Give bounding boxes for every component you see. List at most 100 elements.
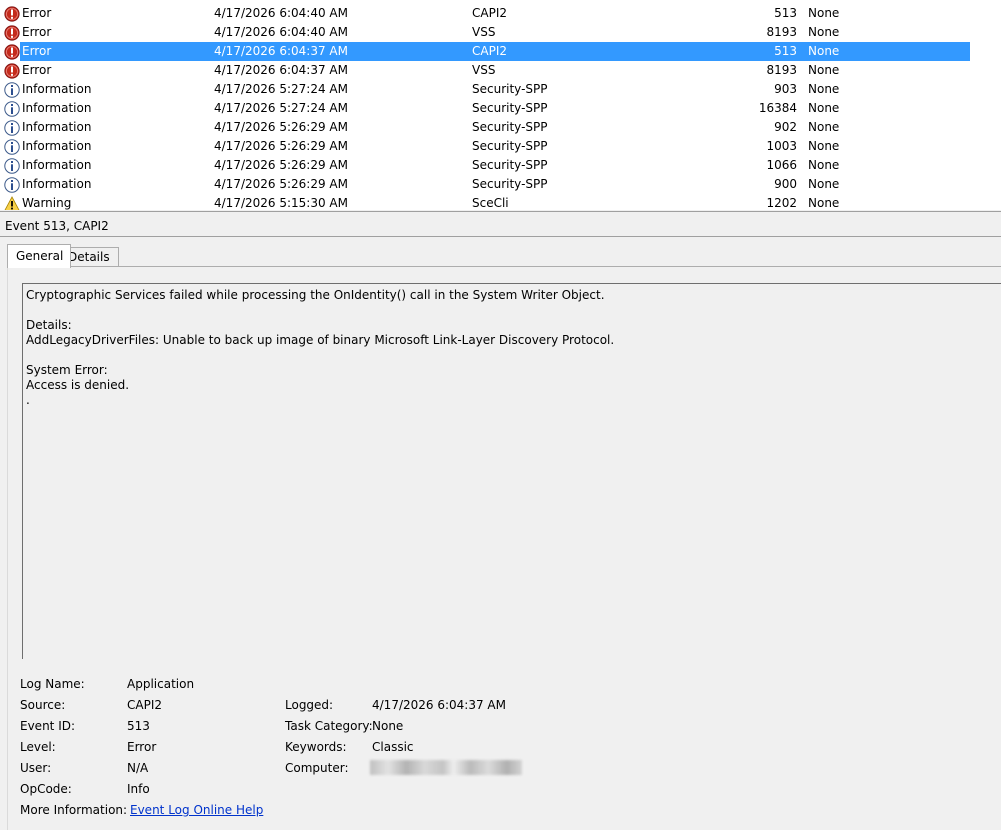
event-log-online-help-link[interactable]: Event Log Online Help xyxy=(130,803,263,818)
event-date-time: 4/17/2026 5:27:24 AM xyxy=(214,82,348,96)
event-level: Error xyxy=(22,44,52,58)
event-id: 1003 xyxy=(766,139,797,153)
event-id: 1066 xyxy=(766,158,797,172)
event-task-category: None xyxy=(808,25,840,39)
event-task-category: None xyxy=(808,120,840,134)
error-icon xyxy=(4,44,20,60)
event-date-time: 4/17/2026 5:26:29 AM xyxy=(214,120,348,134)
warning-icon xyxy=(4,196,20,210)
event-date-time: 4/17/2026 6:04:40 AM xyxy=(214,6,348,20)
tab-panel-border-left xyxy=(7,266,8,830)
event-level: Information xyxy=(22,177,92,191)
event-source: Security-SPP xyxy=(472,101,548,115)
event-description-text: Cryptographic Services failed while proc… xyxy=(26,288,615,407)
event-id-value: 513 xyxy=(127,719,150,733)
event-task-category: None xyxy=(808,177,840,191)
event-row[interactable]: Information 4/17/2026 5:27:24 AM Security-… xyxy=(0,80,1001,99)
event-date-time: 4/17/2026 5:26:29 AM xyxy=(214,158,348,172)
opcode-label: OpCode: xyxy=(20,782,72,796)
source-label: Source: xyxy=(20,698,66,712)
log-name-label: Log Name: xyxy=(20,677,85,691)
tab-panel-border xyxy=(7,266,1001,267)
event-id-label: Event ID: xyxy=(20,719,76,733)
event-source: VSS xyxy=(472,25,496,39)
divider xyxy=(0,236,1001,237)
info-icon xyxy=(4,139,20,155)
log-name-value: Application xyxy=(127,677,195,691)
event-detail-title: Event 513, CAPI2 xyxy=(5,219,109,233)
event-date-time: 4/17/2026 5:26:29 AM xyxy=(214,177,348,191)
event-description-box[interactable]: Cryptographic Services failed while proc… xyxy=(22,283,1001,659)
computer-label: Computer: xyxy=(285,761,349,775)
user-value: N/A xyxy=(127,761,149,775)
event-source: SceCli xyxy=(472,196,509,210)
logged-value: 4/17/2026 6:04:37 AM xyxy=(372,698,506,712)
event-row[interactable]: Information 4/17/2026 5:26:29 AM Security-… xyxy=(0,137,1001,156)
error-icon xyxy=(4,63,20,79)
event-source: Security-SPP xyxy=(472,120,548,134)
level-label: Level: xyxy=(20,740,56,754)
error-icon xyxy=(4,25,20,41)
event-level: Information xyxy=(22,158,92,172)
event-source: Security-SPP xyxy=(472,82,548,96)
event-id: 1202 xyxy=(766,196,797,210)
info-icon xyxy=(4,82,20,98)
more-info-label: More Information: xyxy=(20,803,128,817)
event-id: 902 xyxy=(774,120,797,134)
event-id: 903 xyxy=(774,82,797,96)
tab-details-label: Details xyxy=(68,250,110,264)
event-row[interactable]: Error 4/17/2026 6:04:40 AM CAPI2 513 None xyxy=(0,4,1001,23)
event-id: 513 xyxy=(774,44,797,58)
info-icon xyxy=(4,177,20,193)
info-icon xyxy=(4,158,20,174)
event-task-category: None xyxy=(808,6,840,20)
event-task-category: None xyxy=(808,101,840,115)
keywords-label: Keywords: xyxy=(285,740,347,754)
event-row[interactable]: Information 4/17/2026 5:26:29 AM Security-… xyxy=(0,156,1001,175)
event-source: Security-SPP xyxy=(472,158,548,172)
event-id: 900 xyxy=(774,177,797,191)
event-task-category: None xyxy=(808,63,840,77)
computer-value-redacted xyxy=(370,760,522,775)
level-value: Error xyxy=(127,740,157,754)
event-row[interactable]: Error 4/17/2026 6:04:40 AM VSS 8193 None xyxy=(0,23,1001,42)
event-level: Error xyxy=(22,25,52,39)
event-row[interactable]: Information 4/17/2026 5:26:29 AM Security-… xyxy=(0,118,1001,137)
event-row[interactable]: Error 4/17/2026 6:04:37 AM VSS 8193 None xyxy=(0,61,1001,80)
event-source: Security-SPP xyxy=(472,177,548,191)
tab-general[interactable]: General xyxy=(7,244,71,268)
event-task-category: None xyxy=(808,158,840,172)
event-date-time: 4/17/2026 5:27:24 AM xyxy=(214,101,348,115)
event-date-time: 4/17/2026 6:04:40 AM xyxy=(214,25,348,39)
opcode-value: Info xyxy=(127,782,150,796)
info-icon xyxy=(4,101,20,117)
event-row-selected[interactable]: Error 4/17/2026 6:04:37 AM CAPI2 513 None xyxy=(0,42,1001,61)
event-id: 513 xyxy=(774,6,797,20)
splitter[interactable] xyxy=(0,211,1001,212)
event-level: Error xyxy=(22,63,52,77)
event-level: Warning xyxy=(22,196,72,210)
user-label: User: xyxy=(20,761,52,775)
event-source: CAPI2 xyxy=(472,6,507,20)
error-icon xyxy=(4,6,20,22)
event-row[interactable]: Information 4/17/2026 5:27:24 AM Security-… xyxy=(0,99,1001,118)
event-date-time: 4/17/2026 5:15:30 AM xyxy=(214,196,348,210)
event-task-category: None xyxy=(808,44,840,58)
task-category-value: None xyxy=(372,719,404,733)
logged-label: Logged: xyxy=(285,698,334,712)
event-level: Information xyxy=(22,82,92,96)
event-level: Error xyxy=(22,6,52,20)
source-value: CAPI2 xyxy=(127,698,162,712)
task-category-label: Task Category: xyxy=(285,719,373,733)
event-row[interactable]: Warning 4/17/2026 5:15:30 AM SceCli 1202 Non… xyxy=(0,194,1001,210)
event-level: Information xyxy=(22,139,92,153)
event-row[interactable]: Information 4/17/2026 5:26:29 AM Security-… xyxy=(0,175,1001,194)
event-id: 16384 xyxy=(758,101,797,115)
event-list[interactable]: Error 4/17/2026 6:04:40 AM CAPI2 513 None Err… xyxy=(0,0,1001,210)
event-task-category: None xyxy=(808,82,840,96)
event-source: CAPI2 xyxy=(472,44,507,58)
keywords-value: Classic xyxy=(372,740,414,754)
event-level: Information xyxy=(22,101,92,115)
event-source: VSS xyxy=(472,63,496,77)
event-id: 8193 xyxy=(766,63,797,77)
